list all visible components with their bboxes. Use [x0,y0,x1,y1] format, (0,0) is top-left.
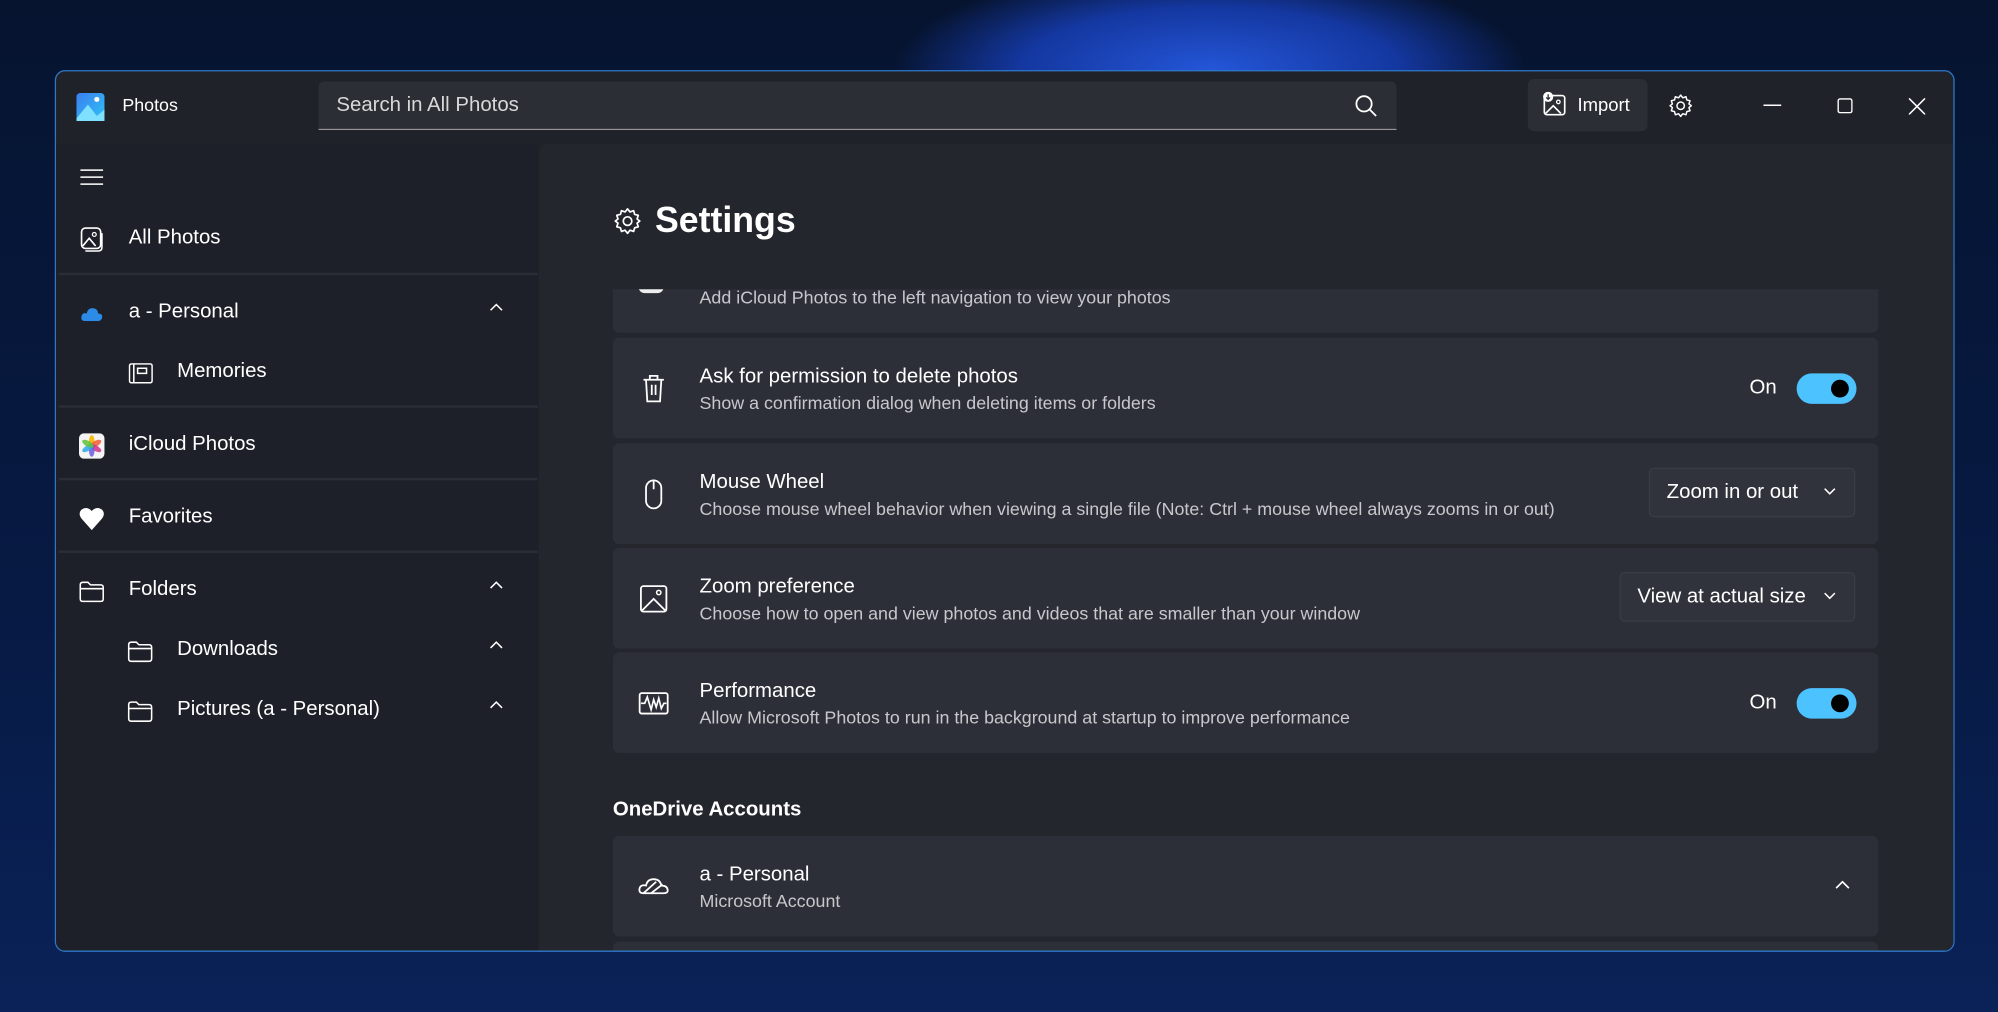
folder-icon [127,698,153,723]
sidebar-item-label: Downloads [177,638,278,661]
onedrive-account-item[interactable]: a - Personal Microsoft Account [612,835,1879,937]
sidebar-item-pictures[interactable]: Pictures (a - Personal) [56,682,538,741]
sidebar-item-label: Folders [128,578,197,601]
setting-description: Choose how to open and view photos and v… [699,602,1360,624]
setting-delete-permission: Ask for permission to delete photos Show… [612,337,1879,439]
toggle-state-label: On [1749,691,1777,714]
setting-title: Mouse Wheel [699,471,825,494]
setting-description: Add iCloud Photos to the left navigation… [699,289,1171,308]
setting-zoom-preference: Zoom preference Choose how to open and v… [612,547,1879,649]
sidebar: All Photos a - Personal Memories iCloud … [56,143,538,951]
sidebar-item-all-photos[interactable]: All Photos [56,210,538,269]
sidebar-item-label: Memories [177,360,267,383]
chevron-up-icon[interactable] [489,302,503,312]
account-type: Microsoft Account [699,890,841,912]
search-input[interactable]: Search in All Photos [318,81,1397,130]
chevron-down-icon [1823,487,1836,496]
import-icon [1542,91,1567,117]
icloud-photos-icon [636,289,672,300]
mouse-icon [636,477,672,513]
sidebar-item-label: All Photos [128,226,221,249]
all-photos-icon [79,227,104,252]
setting-description: Choose mouse wheel behavior when viewing… [699,498,1555,519]
page-title: Settings [654,200,796,240]
chevron-up-icon[interactable] [489,640,503,650]
chevron-up-icon[interactable] [1834,877,1852,892]
search-placeholder: Search in All Photos [336,94,519,116]
import-label: Import [1577,95,1630,116]
dropdown-value: Zoom in or out [1666,481,1799,504]
sidebar-item-label: Favorites [128,505,213,528]
sidebar-item-label: iCloud Photos [128,433,256,455]
sidebar-item-favorites[interactable]: Favorites [56,489,538,548]
performance-icon [636,686,672,722]
dropdown-value: View at actual size [1637,586,1806,608]
heart-icon [79,506,104,531]
minimize-button[interactable] [1756,92,1789,120]
setting-icloud-photos: Add iCloud Photos to the left navigation… [612,289,1879,333]
hamburger-menu-icon[interactable] [79,167,104,187]
sidebar-item-label: Pictures (a - Personal) [177,698,380,720]
toggle-state-label: On [1749,377,1777,399]
setting-performance: Performance Allow Microsoft Photos to ru… [612,652,1879,754]
photos-app-icon [76,93,105,122]
settings-gear-icon[interactable] [1667,92,1695,120]
sidebar-item-label: a - Personal [128,300,239,323]
icloud-photos-icon [79,433,105,459]
chevron-down-icon [1823,591,1836,600]
memories-icon [127,361,153,386]
search-icon[interactable] [1353,93,1378,118]
sidebar-divider [58,550,538,554]
settings-gear-icon [612,205,643,236]
setting-description: Show a confirmation dialog when deleting… [699,392,1156,413]
setting-title: Performance [699,680,817,703]
settings-list[interactable]: Add iCloud Photos to the left navigation… [539,289,1953,951]
zoom-preference-dropdown[interactable]: View at actual size [1619,572,1856,622]
setting-title: Ask for permission to delete photos [699,365,1018,388]
setting-mouse-wheel: Mouse Wheel Choose mouse wheel behavior … [612,443,1879,545]
onedrive-icon [636,869,672,905]
sidebar-item-icloud-photos[interactable]: iCloud Photos [56,417,538,476]
maximize-button[interactable] [1828,92,1861,120]
sidebar-item-folders[interactable]: Folders [56,562,538,621]
sidebar-divider [58,405,538,408]
sidebar-item-memories[interactable]: Memories [56,344,538,403]
sidebar-divider [58,477,538,481]
app-title: Photos [122,94,178,115]
onedrive-accounts-heading: OneDrive Accounts [612,798,802,821]
chevron-up-icon[interactable] [489,580,503,590]
performance-toggle[interactable] [1796,688,1857,719]
import-button[interactable]: Import [1527,79,1648,132]
trash-icon [636,371,672,407]
account-name: a - Personal [699,863,810,886]
sidebar-divider [58,272,538,276]
onedrive-account-item-next [612,941,1879,951]
chevron-up-icon[interactable] [489,700,503,710]
delete-permission-toggle[interactable] [1796,373,1857,404]
sidebar-item-onedrive-personal[interactable]: a - Personal [56,284,538,343]
setting-description: Allow Microsoft Photos to run in the bac… [699,707,1350,728]
setting-title: Zoom preference [699,575,855,598]
folder-icon [79,578,104,603]
image-icon [636,581,672,617]
settings-panel: Settings Add iCloud Photos to the left n… [538,143,1954,951]
sidebar-item-downloads[interactable]: Downloads [56,622,538,681]
close-button[interactable] [1900,92,1933,120]
mouse-wheel-dropdown[interactable]: Zoom in or out [1648,467,1856,518]
folder-icon [127,638,153,663]
photos-window: Photos Search in All Photos Import All P… [54,70,1955,952]
onedrive-cloud-icon [79,301,104,326]
